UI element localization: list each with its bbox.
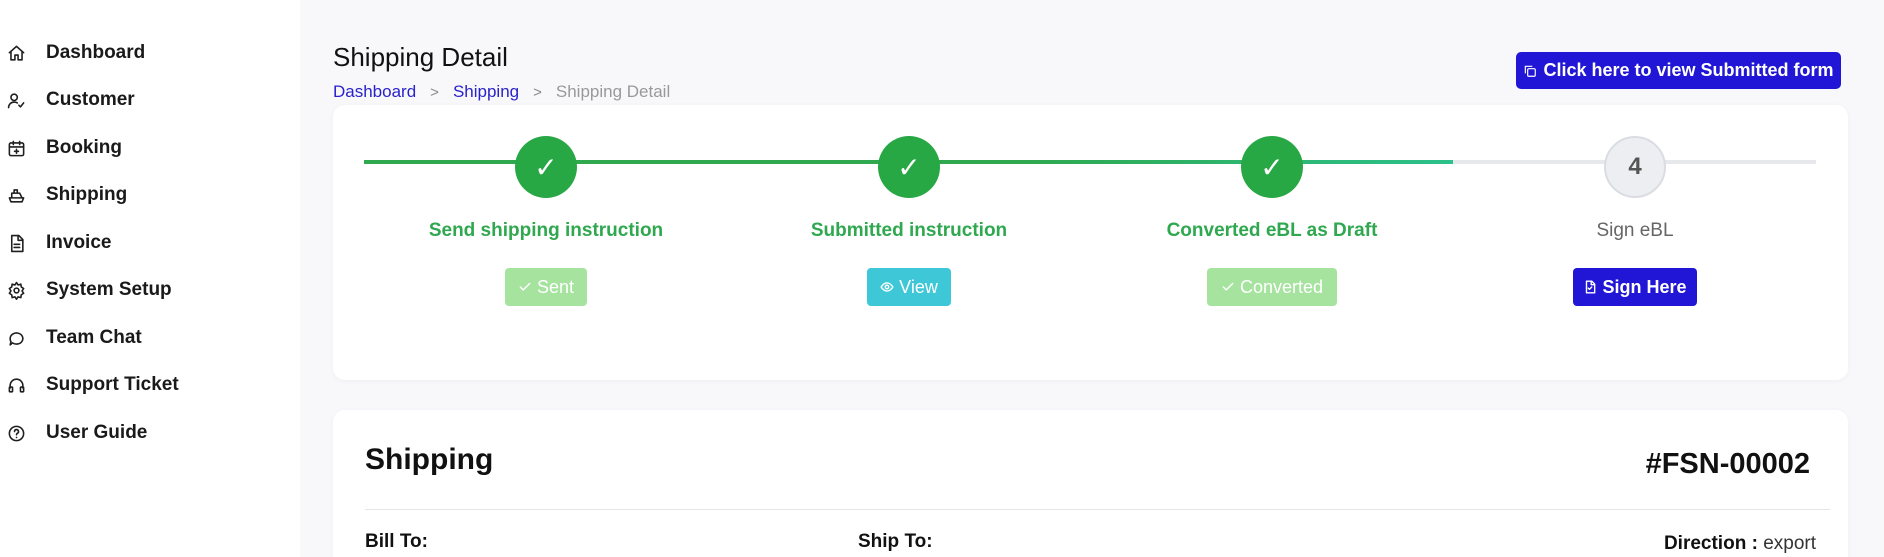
direction-label: Direction : [1663,533,1758,554]
sidebar-item-label: Support Ticket [46,374,179,395]
step-2-label: Submitted instruction [810,220,1008,241]
step-1-circle: ✓ [515,136,577,198]
sidebar-item-invoice[interactable]: Invoice [0,223,300,263]
breadcrumb: Dashboard > Shipping > Shipping Detail [333,82,670,102]
copy-icon [1525,65,1537,77]
sidebar-item-label: Team Chat [46,327,142,348]
headphones-icon [6,375,26,395]
ship-to-label: Ship To: [858,531,933,552]
view-submitted-form-label: Click here to view Submitted form [1543,60,1834,80]
sidebar-item-dashboard[interactable]: Dashboard [0,33,300,73]
view-button-label: View [899,276,938,297]
sidebar-item-shipping[interactable]: Shipping [0,175,300,215]
chat-icon [6,328,26,348]
sidebar-item-label: Customer [46,89,135,110]
shipping-number: #FSN-00002 [1645,448,1810,480]
eye-icon [880,282,894,292]
breadcrumb-shipping[interactable]: Shipping [453,82,519,102]
sidebar-item-support-ticket[interactable]: Support Ticket [0,365,300,405]
view-submitted-form-button[interactable]: Click here to view Submitted form [1516,52,1841,89]
sidebar: Dashboard Customer Booking Shipping Invo… [0,0,300,557]
step-4-label: Sign eBL [1596,220,1674,241]
step-4-circle: 4 [1604,136,1666,198]
sidebar-item-label: User Guide [46,422,148,443]
check-icon [519,282,531,291]
sidebar-item-user-guide[interactable]: User Guide [0,413,300,453]
converted-button-label: Converted [1239,276,1324,297]
converted-button[interactable]: Converted [1207,268,1337,306]
breadcrumb-dashboard[interactable]: Dashboard [333,82,416,102]
sidebar-item-label: Booking [46,137,122,158]
home-icon [6,43,26,63]
sidebar-item-label: Shipping [46,184,128,205]
step-3-circle: ✓ [1241,136,1303,198]
view-button[interactable]: View [867,268,951,306]
direction: Direction : export [1600,533,1816,555]
sidebar-item-label: Invoice [46,232,112,253]
chevron-right-icon: > [533,83,542,101]
direction-value: export [1763,533,1816,554]
document-icon [6,233,26,253]
page-title: Shipping Detail [333,42,508,72]
step-2-circle: ✓ [878,136,940,198]
sidebar-item-team-chat[interactable]: Team Chat [0,318,300,358]
sidebar-item-customer[interactable]: Customer [0,80,300,120]
sidebar-item-booking[interactable]: Booking [0,128,300,168]
user-check-icon [6,90,26,110]
bill-to-label: Bill To: [365,531,428,552]
sent-button[interactable]: Sent [505,268,587,306]
divider [365,509,1830,510]
ship-icon [6,185,26,205]
sidebar-item-label: Dashboard [46,42,146,63]
check-icon [1222,282,1234,291]
calendar-plus-icon [6,138,26,158]
step-3-label: Converted eBL as Draft [1166,220,1378,241]
help-circle-icon [6,423,26,443]
gear-icon [6,280,26,300]
shipping-title: Shipping [365,443,494,476]
breadcrumb-current: Shipping Detail [555,82,671,101]
sign-here-button-label: Sign Here [1602,276,1687,297]
chevron-right-icon: > [430,83,439,101]
document-icon [1586,280,1596,294]
step-1-label: Send shipping instruction [428,220,664,241]
sidebar-item-system-setup[interactable]: System Setup [0,270,300,310]
sign-here-button[interactable]: Sign Here [1573,268,1697,306]
sidebar-item-label: System Setup [46,279,172,300]
sent-button-label: Sent [536,276,575,297]
